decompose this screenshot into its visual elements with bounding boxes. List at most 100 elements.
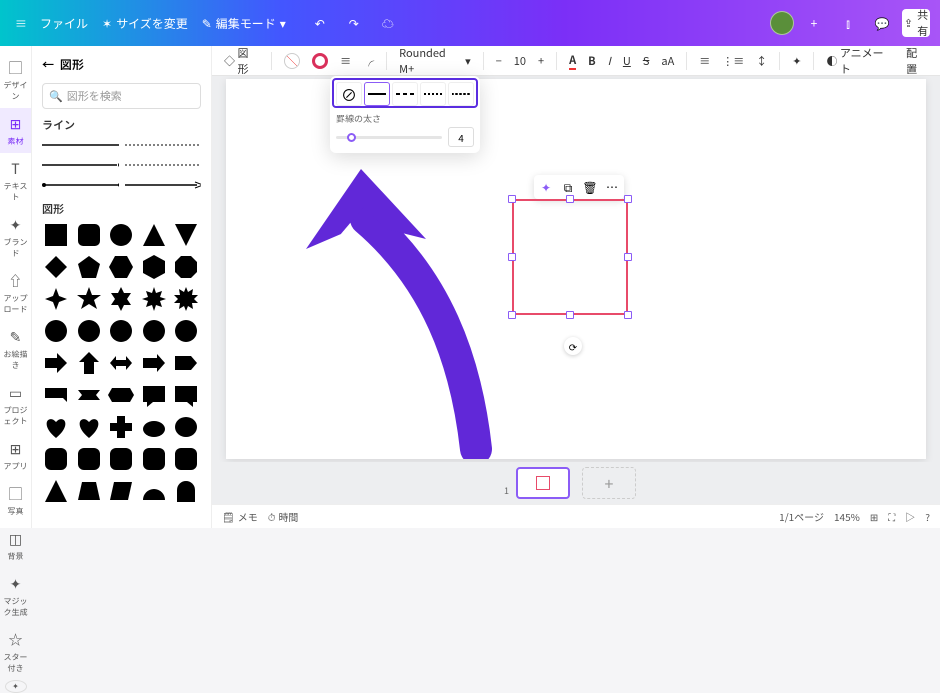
shape-pentagon[interactable]	[75, 253, 103, 281]
shape-ribbon2[interactable]	[107, 381, 135, 409]
rail-starred[interactable]: ☆スター付き	[0, 624, 31, 680]
shape-star6[interactable]	[107, 285, 135, 313]
shape-rs2[interactable]	[75, 445, 103, 473]
line-style[interactable]	[42, 157, 201, 173]
rail-elements[interactable]: ⊞素材	[0, 108, 31, 153]
border-color[interactable]	[308, 50, 332, 72]
share-button[interactable]: ⇪共有	[902, 9, 930, 37]
rail-design[interactable]: ▢デザイン	[0, 52, 31, 108]
cloud-sync-icon[interactable]: ☁	[374, 9, 402, 37]
rail-photos[interactable]: ▢写真	[0, 478, 31, 523]
resize-handle[interactable]	[566, 311, 574, 319]
border-dashed-short[interactable]	[420, 82, 446, 106]
corner-radius[interactable]: ╭	[359, 50, 378, 72]
rail-projects[interactable]: ▭プロジェクト	[0, 377, 31, 433]
rail-upload[interactable]: ⇧アップロード	[0, 265, 31, 321]
page-thumbnail[interactable]: 1	[516, 467, 570, 499]
shape-cloud[interactable]	[140, 413, 168, 441]
shape-circle[interactable]	[107, 221, 135, 249]
resize-handle[interactable]	[624, 195, 632, 203]
file-menu[interactable]: ファイル	[40, 15, 88, 32]
shape-tool-button[interactable]: ◇ 図形	[220, 50, 263, 72]
edit-mode-menu[interactable]: ✎編集モード▾	[202, 15, 286, 32]
shape-blob[interactable]	[172, 413, 200, 441]
shape-diamond[interactable]	[42, 253, 70, 281]
rail-magic[interactable]: ✦マジック生成	[0, 568, 31, 624]
help-icon[interactable]: ?	[925, 509, 930, 524]
shape-speech[interactable]	[140, 381, 168, 409]
shape-triangle-down[interactable]	[172, 221, 200, 249]
list-button[interactable]: ⋮≡	[718, 50, 748, 72]
border-dotted[interactable]	[448, 82, 474, 106]
resize-handle[interactable]	[624, 253, 632, 261]
shape-seal[interactable]	[42, 317, 70, 345]
shape-burst[interactable]	[172, 285, 200, 313]
notes-button[interactable]: 🗒メモ	[222, 509, 258, 524]
add-member-button[interactable]: +	[800, 9, 828, 37]
shape-plus[interactable]	[107, 413, 135, 441]
redo-button[interactable]: ↷	[340, 9, 368, 37]
shape-seal4[interactable]	[140, 317, 168, 345]
font-size-inc[interactable]: +	[534, 50, 548, 72]
border-solid[interactable]	[364, 82, 390, 106]
rail-draw[interactable]: ✎お絵描き	[0, 321, 31, 377]
analytics-icon[interactable]: ⫾	[834, 9, 862, 37]
resize-handle[interactable]	[624, 311, 632, 319]
selected-shape[interactable]	[512, 199, 628, 315]
hamburger-menu[interactable]: ≡	[10, 12, 32, 34]
resize-handle[interactable]	[566, 195, 574, 203]
shape-tri2[interactable]	[42, 477, 70, 505]
strike-button[interactable]: S	[639, 50, 654, 72]
shape-rounded-square[interactable]	[75, 221, 103, 249]
shape-star5[interactable]	[75, 285, 103, 313]
shape-arrow-up[interactable]	[75, 349, 103, 377]
shape-hexagon-v[interactable]	[140, 253, 168, 281]
shape-speech2[interactable]	[172, 381, 200, 409]
search-input[interactable]: 🔍 図形を検索	[42, 83, 201, 109]
rotate-handle[interactable]: ⟳	[564, 337, 582, 355]
text-color[interactable]: A	[565, 50, 580, 72]
rail-brand[interactable]: ✦ブランド	[0, 209, 31, 265]
shape-seal2[interactable]	[75, 317, 103, 345]
zoom-label[interactable]: 145%	[834, 509, 860, 524]
resize-handle[interactable]	[508, 253, 516, 261]
resize-handle[interactable]	[508, 311, 516, 319]
present-icon[interactable]: ▷	[905, 509, 915, 524]
border-weight-slider[interactable]	[336, 136, 442, 139]
shape-rs4[interactable]	[140, 445, 168, 473]
font-size[interactable]: 10	[510, 50, 530, 72]
shape-banner[interactable]	[42, 381, 70, 409]
bold-button[interactable]: B	[584, 50, 600, 72]
shape-trap[interactable]	[75, 477, 103, 505]
position-button[interactable]: 配置	[902, 50, 932, 72]
border-dashed[interactable]	[392, 82, 418, 106]
shape-hexagon[interactable]	[107, 253, 135, 281]
page-indicator[interactable]: 1/1ページ	[779, 509, 824, 524]
comment-icon[interactable]: 💬	[868, 9, 896, 37]
shape-arch[interactable]	[172, 477, 200, 505]
case-button[interactable]: aA	[657, 50, 678, 72]
shape-semi[interactable]	[140, 477, 168, 505]
fullscreen-icon[interactable]: ⛶	[888, 509, 895, 524]
shape-star8[interactable]	[140, 285, 168, 313]
shape-para[interactable]	[107, 477, 135, 505]
shape-square[interactable]	[42, 221, 70, 249]
font-select[interactable]: Rounded M+ ▾	[395, 50, 475, 72]
rail-background[interactable]: ◫背景	[0, 523, 31, 568]
border-none[interactable]: ⊘	[336, 82, 362, 106]
border-style[interactable]: ≡	[336, 50, 355, 72]
shape-arrow-tag[interactable]	[172, 349, 200, 377]
border-weight-value[interactable]: 4	[448, 127, 474, 147]
spacing-button[interactable]: ↕	[752, 50, 771, 72]
shape-triangle[interactable]	[140, 221, 168, 249]
animate-button[interactable]: ◐ アニメート	[822, 50, 898, 72]
delete-icon[interactable]: 🗑	[581, 178, 599, 196]
rail-text[interactable]: Tテキスト	[0, 153, 31, 209]
shape-seal3[interactable]	[107, 317, 135, 345]
shape-arrow-block[interactable]	[140, 349, 168, 377]
line-style[interactable]	[42, 137, 201, 153]
resize-menu[interactable]: ✶サイズを変更	[102, 15, 188, 32]
canvas[interactable]: ✦ ⧉ 🗑 ⋯ ⟳	[212, 76, 940, 462]
shape-octagon[interactable]	[172, 253, 200, 281]
more-icon[interactable]: ⋯	[603, 178, 621, 196]
